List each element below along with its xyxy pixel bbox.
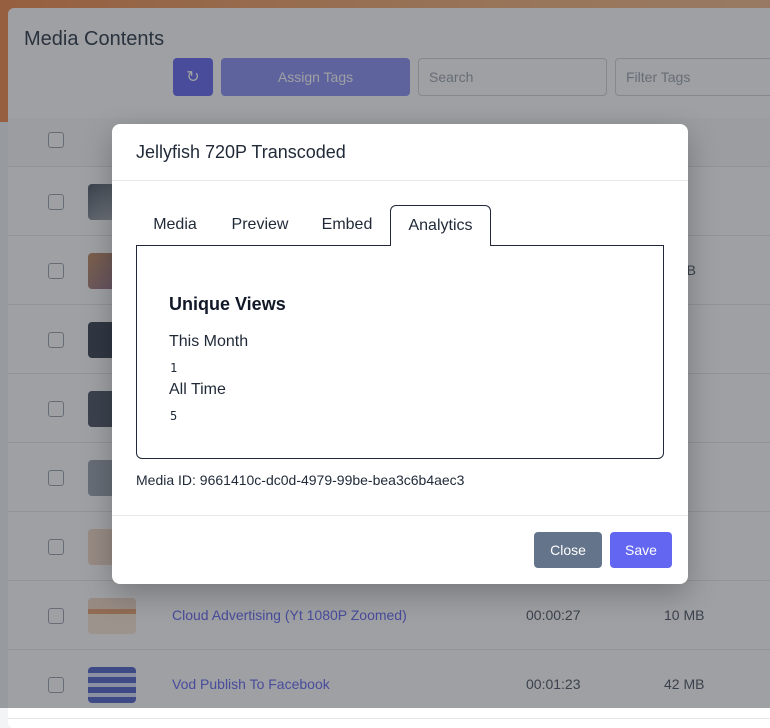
analytics-panel: Unique Views This Month 1 All Time 5 [136,245,664,459]
modal-title: Jellyfish 720P Transcoded [136,142,346,162]
tab-embed[interactable]: Embed [308,205,386,245]
active-tab-joint [391,244,490,246]
media-modal: Jellyfish 720P Transcoded Media Preview … [112,124,688,584]
tab-analytics[interactable]: Analytics [390,205,491,246]
unique-views-heading: Unique Views [169,294,286,314]
tab-preview[interactable]: Preview [220,205,300,245]
modal-footer-divider [112,515,688,516]
tab-media[interactable]: Media [136,205,214,245]
all-time-value: 5 [170,409,178,423]
modal-header-divider [112,180,688,181]
all-time-label: All Time [169,381,226,398]
this-month-label: This Month [169,333,249,350]
media-id-text: Media ID: 9661410c-dc0d-4979-99be-bea3c6… [136,472,465,488]
this-month-value: 1 [170,361,178,375]
close-button[interactable]: Close [534,532,602,568]
save-button[interactable]: Save [610,532,672,568]
